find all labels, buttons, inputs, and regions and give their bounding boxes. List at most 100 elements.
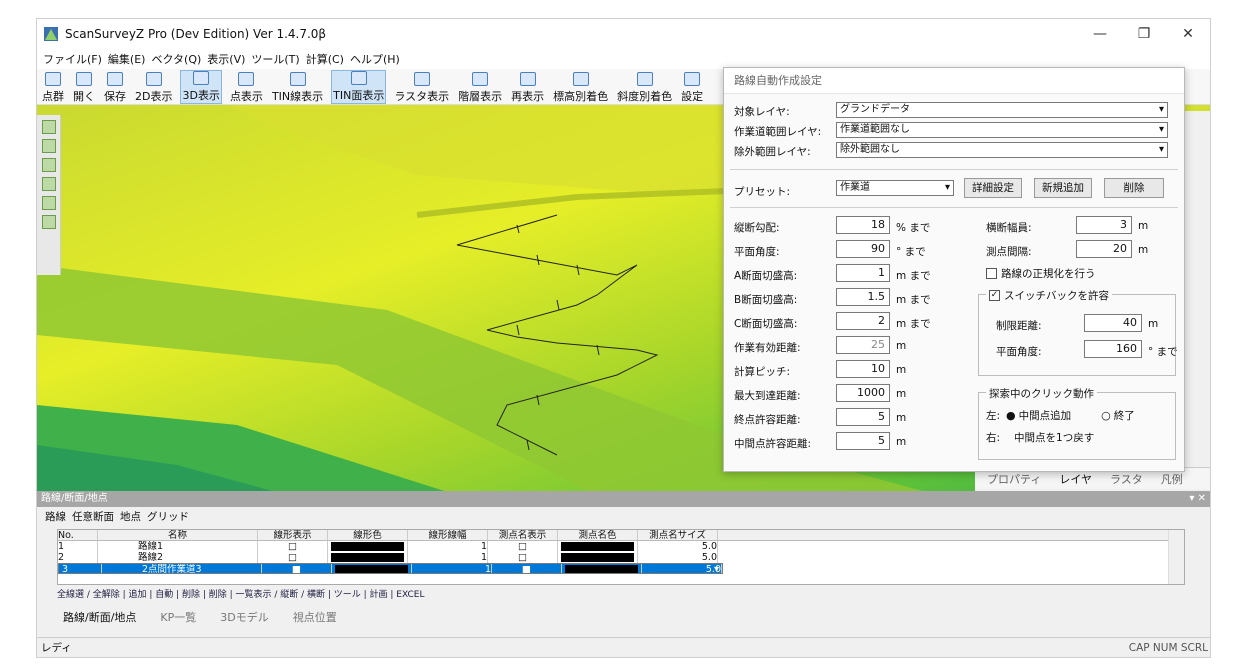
table-row[interactable]: 1 路線1 □ 1 □ 5.0 [58, 541, 1184, 552]
elevation-color-button[interactable]: 標高別着色 [552, 70, 609, 104]
raster-button[interactable]: ラスタ表示 [393, 70, 450, 104]
subtab-route[interactable]: 路線 [45, 509, 66, 524]
tab-legend[interactable]: 凡例 [1161, 471, 1183, 487]
subtab-section[interactable]: 任意断面 [72, 509, 114, 524]
tab-properties[interactable]: プロパティ [987, 471, 1041, 487]
end-tolerance-input[interactable]: 5 [836, 408, 890, 426]
switch-angle-input[interactable]: 160 [1084, 340, 1142, 358]
subtab-grid[interactable]: グリッド [147, 509, 189, 524]
gradient-input[interactable]: 18 [836, 216, 890, 234]
click-action-group [978, 392, 1176, 460]
redraw-button[interactable]: 再表示 [510, 70, 545, 104]
view-3d-button[interactable]: 3D表示 [180, 70, 222, 104]
radio-selected-icon[interactable]: ● [1006, 409, 1016, 422]
radio-unselected-icon[interactable]: ○ [1101, 409, 1111, 422]
table-row-selected[interactable]: 3 2点間作業道3 ■ 1 ■ 5.0 [58, 563, 723, 575]
col-pcolor: 測点名色 [558, 530, 638, 540]
c-section-input[interactable]: 2 [836, 312, 890, 330]
status-bar: レディ CAP NUM SCRL [37, 637, 1210, 657]
layer-tool-2-icon[interactable] [41, 139, 56, 153]
layer-tool-3-icon[interactable] [41, 158, 56, 172]
effective-distance-input[interactable]: 25 [836, 336, 890, 354]
title-bar: ScanSurveyZ Pro (Dev Edition) Ver 1.4.7.… [37, 19, 1210, 49]
table-row[interactable]: 2 路線2 □ 1 □ 5.0 [58, 552, 1184, 563]
preset-select[interactable]: 作業道 [836, 180, 954, 196]
left-click-label: 左: [986, 410, 1001, 422]
panel-title: 路線/断面/地点 [41, 493, 108, 504]
view-2d-button[interactable]: 2D表示 [134, 70, 173, 104]
tin-surface-button[interactable]: TIN面表示 [331, 70, 387, 104]
table-scrollbar[interactable] [1168, 530, 1184, 584]
col-pshow: 測点名表示 [488, 530, 558, 540]
param-unit: m [896, 340, 907, 352]
exclude-label: 除外範囲レイヤ: [734, 146, 811, 158]
detail-settings-button[interactable]: 詳細設定 [964, 178, 1022, 198]
bottom-tabs: 路線/断面/地点 KP一覧 3Dモデル 視点位置 [63, 609, 361, 625]
normalize-checkbox[interactable] [986, 268, 997, 279]
tab-raster[interactable]: ラスタ [1110, 471, 1143, 487]
param-unit: m まで [896, 318, 931, 330]
menu-tool[interactable]: ツール(T) [251, 51, 299, 67]
col-name: 名称 [98, 530, 258, 540]
gear-icon [684, 72, 701, 86]
layer-tool-1-icon[interactable] [41, 120, 56, 134]
menu-vector[interactable]: ベクタ(Q) [151, 51, 201, 67]
tab-layer[interactable]: レイヤ [1059, 471, 1092, 487]
route-tool-strip[interactable]: 全線選 / 全解除 | 追加 | 自動 | 削除 | 削除 | 一覧表示 / 縦… [57, 587, 424, 601]
tab-3d-model[interactable]: 3Dモデル [220, 609, 268, 625]
menu-calc[interactable]: 計算(C) [306, 51, 344, 67]
save-button[interactable]: 保存 [103, 70, 127, 104]
preset-label: プリセット: [734, 186, 791, 198]
road-width-input[interactable]: 3 [1076, 216, 1132, 234]
limit-distance-input[interactable]: 40 [1084, 314, 1142, 332]
param-label: 最大到達距離: [734, 390, 801, 402]
layer-tool-4-icon[interactable] [41, 177, 56, 191]
switchback-checkbox[interactable]: ✓ [989, 290, 1000, 301]
param-unit: m まで [896, 270, 931, 282]
b-section-input[interactable]: 1.5 [836, 288, 890, 306]
tab-kp-list[interactable]: KP一覧 [160, 609, 196, 625]
slope-color-button[interactable]: 斜度別着色 [616, 70, 673, 104]
left-tool-strip [37, 115, 61, 275]
param-label: 計算ピッチ: [734, 366, 791, 378]
mid-tolerance-input[interactable]: 5 [836, 432, 890, 450]
open-button[interactable]: 開く [72, 70, 96, 104]
divider [730, 207, 1178, 208]
maximize-button[interactable]: ❐ [1122, 26, 1166, 42]
switch-angle-label: 平面角度: [996, 346, 1042, 358]
tab-viewpoint[interactable]: 視点位置 [293, 609, 337, 625]
settings-button[interactable]: 設定 [680, 70, 704, 104]
subtab-point[interactable]: 地点 [120, 509, 141, 524]
route-table: No. 名称 線形表示 線形色 線形線幅 測点名表示 測点名色 測点名サイズ 1… [57, 529, 1185, 585]
a-section-input[interactable]: 1 [836, 264, 890, 282]
plane-angle-input[interactable]: 90 [836, 240, 890, 258]
pointcloud-button[interactable]: 点群 [41, 70, 65, 104]
raster-icon [413, 72, 430, 86]
layer-tool-5-icon[interactable] [41, 196, 56, 210]
menu-help[interactable]: ヘルプ(H) [350, 51, 400, 67]
menu-file[interactable]: ファイル(F) [43, 51, 102, 67]
point-display-button[interactable]: 点表示 [229, 70, 264, 104]
layer-display-button[interactable]: 階層表示 [457, 70, 503, 104]
minimize-button[interactable]: — [1078, 26, 1122, 42]
target-layer-select[interactable]: グランドデータ [836, 102, 1168, 118]
menu-view[interactable]: 表示(V) [207, 51, 245, 67]
normalize-label: 路線の正規化を行う [1001, 268, 1096, 280]
tab-route-section-point[interactable]: 路線/断面/地点 [63, 609, 136, 625]
pitch-input[interactable]: 10 [836, 360, 890, 378]
exclude-select[interactable]: 除外範囲なし [836, 142, 1168, 158]
close-button[interactable]: ✕ [1166, 26, 1210, 42]
tin-line-button[interactable]: TIN線表示 [271, 70, 324, 104]
station-spacing-input[interactable]: 20 [1076, 240, 1132, 258]
new-preset-button[interactable]: 新規追加 [1034, 178, 1092, 198]
param-unit: m [896, 388, 907, 400]
menu-edit[interactable]: 編集(E) [108, 51, 146, 67]
max-distance-input[interactable]: 1000 [836, 384, 890, 402]
delete-preset-button[interactable]: 削除 [1104, 178, 1164, 198]
route-auto-create-dialog: 路線自動作成設定 対象レイヤ: グランドデータ 作業道範囲レイヤ: 作業道範囲な… [723, 67, 1185, 472]
work-area-select[interactable]: 作業道範囲なし [836, 122, 1168, 138]
divider [730, 169, 1178, 170]
layer-tool-6-icon[interactable] [41, 215, 56, 229]
panel-close-icon[interactable]: ▾ ✕ [1189, 491, 1206, 507]
left-opt-end: 終了 [1113, 410, 1135, 422]
